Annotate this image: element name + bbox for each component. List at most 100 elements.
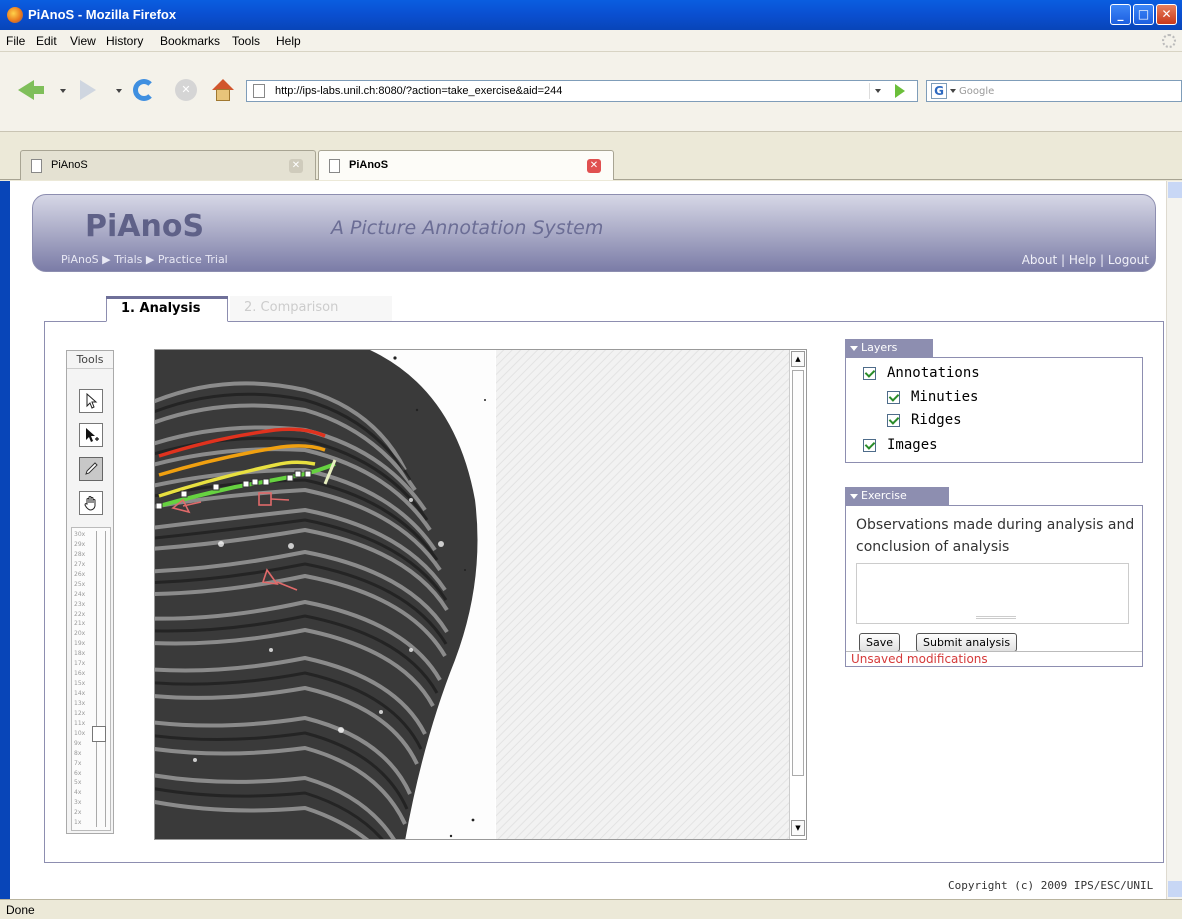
zoom-level-label: 16x <box>74 670 86 678</box>
engine-dropdown-icon[interactable] <box>950 89 956 93</box>
breadcrumb: PiAnoS ▶ Trials ▶ Practice Trial <box>61 253 228 266</box>
observations-textarea[interactable] <box>856 563 1129 624</box>
close-window-button[interactable]: ✕ <box>1156 4 1177 25</box>
exercise-prompt: Observations made during analysis and co… <box>856 517 1135 555</box>
page-icon <box>329 159 340 173</box>
scroll-up-icon[interactable]: ▲ <box>791 351 805 367</box>
image-canvas[interactable]: ▲ ▼ <box>154 349 807 840</box>
menu-history[interactable]: History <box>106 34 143 48</box>
app-header: PiAnoS A Picture Annotation System PiAno… <box>32 194 1156 272</box>
tab-comparison[interactable]: 2. Comparison <box>230 296 392 322</box>
firefox-logo-icon <box>7 7 23 23</box>
zoom-track[interactable] <box>96 531 106 827</box>
zoom-level-label: 14x <box>74 690 86 697</box>
submit-analysis-button[interactable]: Submit analysis <box>916 633 1018 652</box>
page-content: PiAnoS A Picture Annotation System PiAno… <box>0 181 1166 899</box>
maximize-button[interactable]: □ <box>1133 4 1154 25</box>
reload-icon[interactable] <box>133 79 155 101</box>
breadcrumb-item[interactable]: PiAnoS <box>61 253 99 266</box>
canvas-scroll-thumb[interactable] <box>792 370 804 776</box>
ridges-checkbox[interactable] <box>887 414 900 427</box>
top-links: About | Help | Logout <box>1021 253 1149 267</box>
menu-edit[interactable]: Edit <box>36 34 57 48</box>
menu-bookmarks[interactable]: Bookmarks <box>160 34 220 48</box>
zoom-level-label: 6x <box>74 769 82 777</box>
add-point-tool-button[interactable] <box>79 423 103 447</box>
zoom-level-label: 22x <box>74 610 86 618</box>
browser-tab-label: PiAnoS <box>349 159 389 171</box>
browser-tab-1[interactable]: PiAnoS ✕ <box>20 150 316 180</box>
google-engine-icon[interactable]: G <box>931 83 947 99</box>
breadcrumb-item[interactable]: Practice Trial <box>158 253 228 266</box>
pencil-icon <box>85 462 98 475</box>
canvas-scrollbar[interactable]: ▲ ▼ <box>789 350 806 839</box>
close-tab-icon[interactable]: ✕ <box>289 159 303 173</box>
exercise-panel-title[interactable]: Exercise <box>845 487 949 505</box>
images-checkbox[interactable] <box>863 439 876 452</box>
page-scrollbar[interactable] <box>1166 181 1182 899</box>
breadcrumb-item[interactable]: Trials <box>114 253 142 266</box>
layers-panel: Layers Annotations Minuties Ridges Image… <box>845 339 1143 463</box>
help-link[interactable]: Help <box>1069 253 1096 267</box>
about-link[interactable]: About <box>1022 253 1057 267</box>
zoom-level-label: 3x <box>74 799 82 807</box>
draw-tool-button[interactable] <box>79 457 103 481</box>
ridges-label: Ridges <box>911 412 962 428</box>
minimize-button[interactable]: _ <box>1110 4 1131 25</box>
zoom-level-label: 11x <box>74 719 86 727</box>
minuties-label: Minuties <box>911 389 979 405</box>
zoom-level-label: 13x <box>74 699 86 707</box>
fingerprint-image[interactable] <box>155 350 789 840</box>
back-arrow-icon[interactable] <box>18 80 44 100</box>
url-text[interactable]: http://ips-labs.unil.ch:8080/?action=tak… <box>275 85 562 97</box>
images-label: Images <box>887 437 938 453</box>
zoom-level-label: 24x <box>74 590 86 598</box>
zoom-level-label: 17x <box>74 660 86 668</box>
textarea-resize-grip[interactable] <box>976 616 1016 619</box>
zoom-scale-labels: 30x 29x 28x 27x 26x 25x 24x 23x 22x 21x 20x 19x 18x 1… <box>74 530 94 828</box>
zoom-thumb[interactable] <box>92 725 106 742</box>
close-tab-icon[interactable]: ✕ <box>587 159 601 173</box>
forward-arrow-icon[interactable] <box>80 80 96 100</box>
scroll-down-icon[interactable]: ▼ <box>791 820 805 836</box>
zoom-level-label: 7x <box>74 759 82 767</box>
menu-tools[interactable]: Tools <box>232 34 260 48</box>
page-scroll-down-icon[interactable] <box>1168 881 1182 897</box>
minuties-checkbox[interactable] <box>887 391 900 404</box>
zoom-level-label: 15x <box>74 680 86 688</box>
browser-tab-2[interactable]: PiAnoS ✕ <box>318 150 614 180</box>
app-tagline: A Picture Annotation System <box>331 217 604 239</box>
stop-icon[interactable]: ✕ <box>175 79 197 101</box>
save-button[interactable]: Save <box>859 633 901 652</box>
pan-tool-button[interactable] <box>79 491 103 515</box>
search-bar[interactable]: G Google <box>926 80 1182 102</box>
menu-file[interactable]: File <box>6 34 25 48</box>
save-status: Unsaved modifications <box>846 651 1142 667</box>
forward-history-dropdown-icon[interactable] <box>116 89 122 93</box>
browser-tab-label: PiAnoS <box>51 159 88 171</box>
page-scroll-up-icon[interactable] <box>1168 182 1182 198</box>
window-titlebar: PiAnoS - Mozilla Firefox _ □ ✕ <box>0 0 1182 30</box>
layers-panel-title[interactable]: Layers <box>845 339 933 357</box>
zoom-level-label: 28x <box>74 550 86 558</box>
exercise-panel: Exercise Observations made during analys… <box>845 487 1143 667</box>
select-tool-button[interactable] <box>79 389 103 413</box>
search-placeholder[interactable]: Google <box>959 86 994 97</box>
go-arrow-icon[interactable] <box>895 84 905 98</box>
breadcrumb-separator-icon: ▶ <box>145 253 158 266</box>
menu-help[interactable]: Help <box>276 34 301 48</box>
zoom-level-label: 9x <box>74 739 82 747</box>
status-text: Done <box>6 903 35 917</box>
back-history-dropdown-icon[interactable] <box>60 89 66 93</box>
tab-analysis[interactable]: 1. Analysis <box>106 296 228 322</box>
zoom-slider[interactable]: 30x 29x 28x 27x 26x 25x 24x 23x 22x 21x 20x 19x 18x 1… <box>71 527 111 831</box>
zoom-level-label: 4x <box>74 789 82 797</box>
logout-link[interactable]: Logout <box>1108 253 1149 267</box>
zoom-level-label: 25x <box>74 580 86 588</box>
window-title: PiAnoS - Mozilla Firefox <box>28 7 177 22</box>
url-dropdown-button[interactable] <box>869 83 887 99</box>
menu-view[interactable]: View <box>70 34 96 48</box>
url-bar[interactable]: http://ips-labs.unil.ch:8080/?action=tak… <box>246 80 918 102</box>
annotations-checkbox[interactable] <box>863 367 876 380</box>
home-icon[interactable] <box>212 79 234 101</box>
